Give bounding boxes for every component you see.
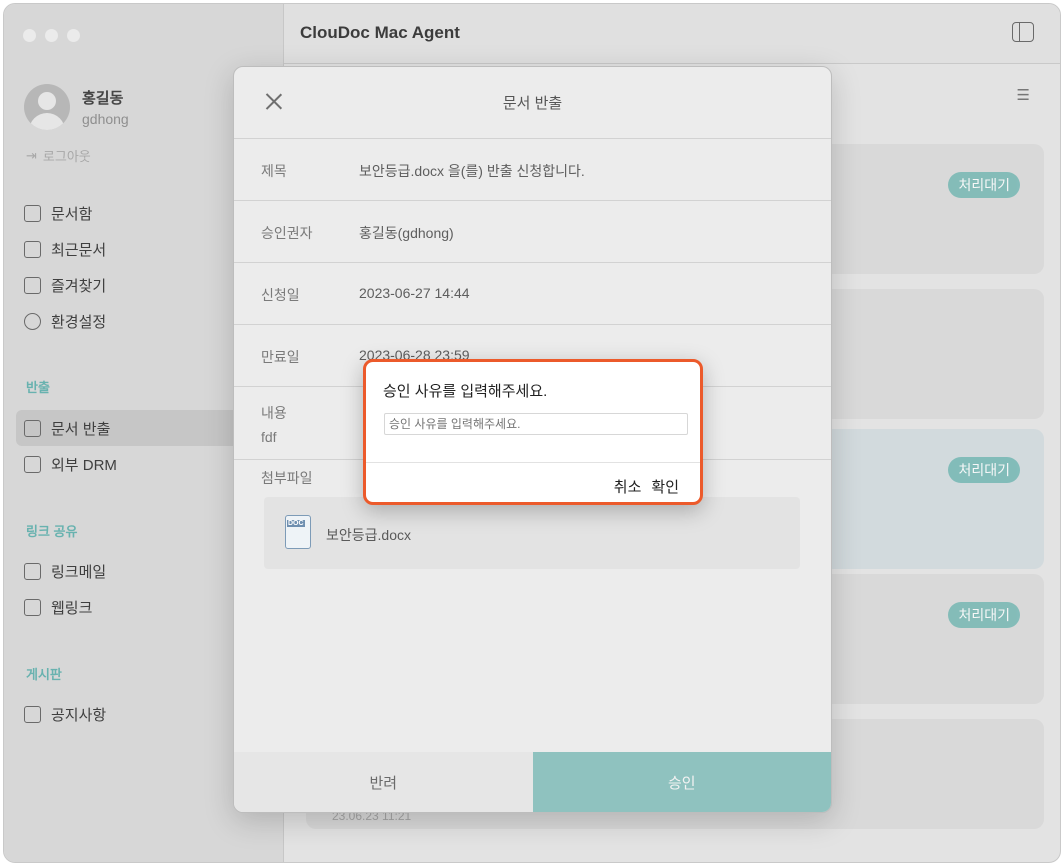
toolbar: ClouDoc Mac Agent (284, 4, 1060, 64)
avatar (24, 84, 70, 130)
divider (366, 462, 700, 463)
export-icon (24, 419, 41, 437)
field-value: 2023-06-27 14:44 (359, 285, 470, 301)
field-row-request-date: 신청일 2023-06-27 14:44 (234, 263, 831, 325)
status-badge: 처리대기 (948, 457, 1020, 483)
sidebar-item-label: 즐겨찾기 (51, 277, 107, 295)
sidebar-item-notices[interactable]: 공지사항 (24, 696, 106, 732)
field-label: 승인권자 (261, 225, 313, 241)
confirm-button[interactable]: 확인 (651, 476, 679, 497)
recent-doc-icon (24, 240, 41, 258)
zoom-window-button[interactable] (67, 29, 80, 42)
sidebar-item-label: 문서 반출 (51, 420, 111, 438)
attachment-item[interactable]: DOC 보안등급.docx (264, 497, 800, 569)
approve-button[interactable]: 승인 (532, 752, 831, 812)
status-badge: 처리대기 (948, 602, 1020, 628)
user-profile: 홍길동 gdhong (24, 84, 129, 130)
docx-file-icon: DOC (285, 515, 311, 549)
approval-reason-dialog: 승인 사유를 입력해주세요. 취소 확인 (363, 359, 703, 505)
sidebar-item-label: 환경설정 (51, 313, 107, 331)
cancel-button[interactable]: 취소 (614, 476, 642, 497)
minimize-window-button[interactable] (45, 29, 58, 42)
sidebar-item-settings[interactable]: 환경설정 (24, 303, 106, 339)
user-name: 홍길동 (82, 90, 124, 107)
reject-button[interactable]: 반려 (234, 752, 533, 812)
modal-header: 문서 반출 (234, 67, 831, 139)
section-title-export: 반출 (26, 380, 50, 395)
field-value: 보안등급.docx 을(를) 반출 신청합니다. (359, 163, 585, 179)
field-row-approver: 승인권자 홍길동(gdhong) (234, 201, 831, 263)
approval-reason-input[interactable] (384, 413, 688, 435)
sidebar-item-recent[interactable]: 최근문서 (24, 231, 106, 267)
external-drm-icon (24, 455, 41, 473)
field-row-title: 제목 보안등급.docx 을(를) 반출 신청합니다. (234, 139, 831, 201)
list-view-icon[interactable]: ☰ (1017, 86, 1030, 104)
attachment-label: 첨부파일 (261, 470, 313, 486)
file-type-tag: DOC (287, 520, 305, 527)
sidebar-toggle-icon[interactable] (1012, 22, 1034, 42)
sidebar-item-web-link[interactable]: 웹링크 (24, 589, 106, 625)
sidebar-item-label: 웹링크 (51, 599, 93, 617)
sidebar-item-documents[interactable]: 문서함 (24, 195, 106, 231)
sidebar-item-label: 최근문서 (51, 241, 107, 259)
link-nav: 링크메일 웹링크 (24, 553, 106, 625)
folder-icon (24, 204, 41, 222)
logout-button[interactable]: ⇥ 로그아웃 (26, 146, 91, 165)
attachment-file-name: 보안등급.docx (326, 527, 411, 543)
field-label: 만료일 (261, 349, 300, 365)
status-badge: 처리대기 (948, 172, 1020, 198)
sidebar-item-label: 공지사항 (51, 706, 107, 724)
logout-label: 로그아웃 (42, 149, 91, 164)
sidebar-item-label: 외부 DRM (51, 456, 117, 474)
sidebar-item-label: 링크메일 (51, 563, 107, 581)
field-label: 제목 (261, 163, 287, 179)
section-title-board: 게시판 (26, 667, 62, 682)
app-title: ClouDoc Mac Agent (300, 23, 460, 42)
section-title-link: 링크 공유 (26, 524, 78, 539)
link-mail-icon (24, 562, 41, 580)
content-value: fdf (261, 429, 277, 445)
field-label: 신청일 (261, 287, 300, 303)
main-nav: 문서함 최근문서 즐겨찾기 환경설정 (24, 195, 106, 339)
sidebar-item-favorites[interactable]: 즐겨찾기 (24, 267, 106, 303)
megaphone-icon (24, 705, 41, 723)
modal-title: 문서 반출 (502, 95, 563, 112)
dialog-title: 승인 사유를 입력해주세요. (383, 383, 548, 400)
dialog-actions: 취소 확인 (614, 476, 679, 497)
modal-footer: 반려 승인 (234, 752, 831, 812)
close-window-button[interactable] (23, 29, 36, 42)
logout-icon: ⇥ (26, 147, 37, 163)
web-link-icon (24, 598, 41, 616)
window-controls (23, 29, 80, 42)
content-label: 내용 (261, 405, 287, 421)
favorite-doc-icon (24, 276, 41, 294)
field-value: 홍길동(gdhong) (359, 225, 454, 241)
sidebar-item-link-mail[interactable]: 링크메일 (24, 553, 106, 589)
sidebar-item-label: 문서함 (51, 205, 93, 223)
gear-icon (24, 312, 41, 330)
user-id: gdhong (82, 111, 129, 127)
board-nav: 공지사항 (24, 696, 106, 732)
